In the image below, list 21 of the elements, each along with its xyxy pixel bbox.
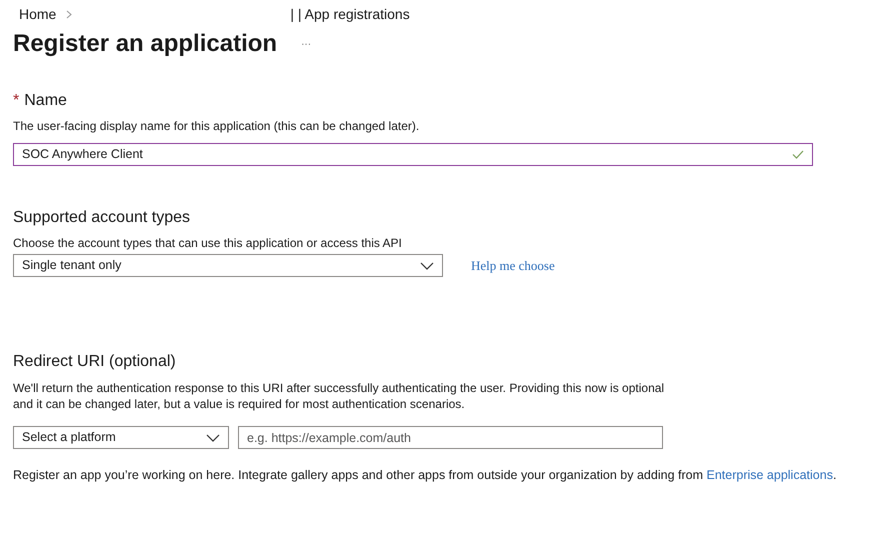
field-description: The user-facing display name for this application (this can be changed later).	[13, 118, 420, 134]
section-heading: Redirect URI (optional)	[13, 352, 177, 372]
chevron-right-icon	[66, 10, 72, 18]
enterprise-applications-link[interactable]: Enterprise applications	[706, 468, 833, 482]
chevron-down-icon	[420, 262, 434, 270]
section-description: Choose the account types that can use this application or access this API	[13, 235, 403, 251]
breadcrumb-link[interactable]: Home	[19, 4, 56, 24]
more-button[interactable]: ···	[301, 36, 312, 52]
breadcrumb-link[interactable]: | | App registrations	[290, 4, 410, 24]
section-description: We'll return the authentication response to this URI after successfully authenticating the user. Providing this now is optional and it can be changed later, but a value is required for most authentication scenarios.	[13, 380, 666, 412]
uri-input-field[interactable]: e.g. https://example.com/auth	[238, 426, 663, 449]
footer-text: Register an app you’re working on here. Integrate gallery apps and other apps from outside your organization by adding from Enterprise applications.	[13, 467, 838, 484]
required-mark: *	[13, 91, 20, 111]
chevron-down-icon	[206, 434, 220, 442]
field-label: Name	[24, 91, 67, 111]
page-title: Register an application	[13, 29, 278, 59]
help-link[interactable]: Help me choose	[471, 256, 555, 276]
name-input-field[interactable]: SOC Anywhere Client	[13, 143, 813, 166]
platform-dropdown[interactable]: Select a platform	[13, 426, 229, 449]
section-heading: Supported account types	[13, 208, 192, 228]
account-type-dropdown[interactable]: Single tenant only	[13, 254, 443, 277]
